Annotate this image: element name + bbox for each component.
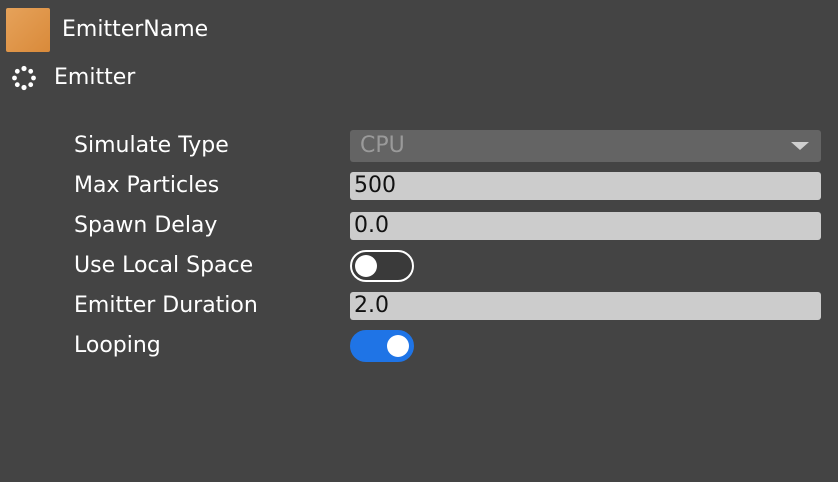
chevron-down-icon [791, 142, 809, 150]
property-row-emitter-duration: Emitter Duration 2.0 [74, 286, 822, 326]
emitter-duration-label: Emitter Duration [74, 293, 258, 318]
emitter-color-swatch[interactable] [6, 8, 50, 52]
simulate-type-label: Simulate Type [74, 133, 229, 158]
simulate-type-value: CPU [360, 133, 405, 158]
use-local-space-toggle[interactable] [350, 250, 414, 282]
property-row-max-particles: Max Particles 500 [74, 166, 822, 206]
spawn-delay-field[interactable]: 0.0 [350, 212, 821, 240]
max-particles-field[interactable]: 500 [350, 172, 821, 200]
property-list: Simulate Type CPU Max Particles 500 Spaw… [74, 126, 822, 366]
use-local-space-label: Use Local Space [74, 253, 254, 278]
spawn-delay-label: Spawn Delay [74, 213, 218, 238]
toggle-knob [355, 255, 377, 277]
emitter-panel: EmitterName Emitter Simulate Type CPU Ma… [0, 0, 838, 482]
spinner-icon [10, 64, 38, 92]
toggle-knob [387, 335, 409, 357]
property-row-looping: Looping [74, 326, 822, 366]
max-particles-label: Max Particles [74, 173, 220, 198]
looping-label: Looping [74, 333, 161, 358]
property-row-use-local-space: Use Local Space [74, 246, 822, 286]
emitter-section-header[interactable]: Emitter [10, 63, 135, 93]
simulate-type-select[interactable]: CPU [350, 130, 821, 162]
property-row-spawn-delay: Spawn Delay 0.0 [74, 206, 822, 246]
property-row-simulate-type: Simulate Type CPU [74, 126, 822, 166]
emitter-name-label: EmitterName [62, 17, 209, 42]
emitter-duration-field[interactable]: 2.0 [350, 292, 821, 320]
looping-toggle[interactable] [350, 330, 414, 362]
emitter-header: EmitterName [6, 8, 208, 52]
section-title: Emitter [54, 65, 136, 90]
